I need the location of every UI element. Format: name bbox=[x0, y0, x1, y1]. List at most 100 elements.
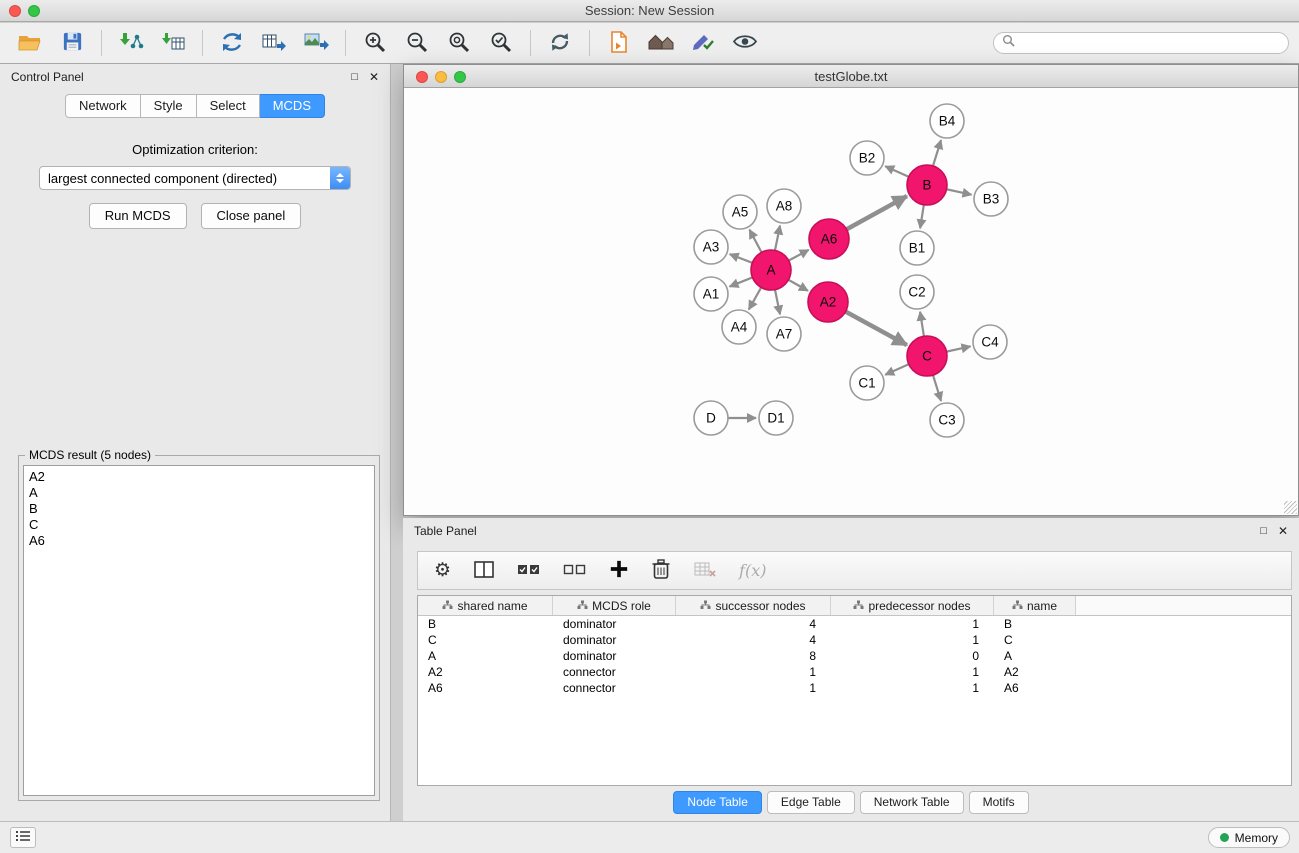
save-session-button[interactable] bbox=[52, 26, 92, 60]
criterion-dropdown[interactable]: largest connected component (directed) bbox=[39, 166, 351, 190]
memory-button[interactable]: Memory bbox=[1208, 827, 1290, 848]
node-A6[interactable]: A6 bbox=[809, 219, 849, 259]
import-table-button[interactable] bbox=[153, 26, 193, 60]
node-D1[interactable]: D1 bbox=[759, 401, 793, 435]
tab-select[interactable]: Select bbox=[197, 94, 260, 118]
column-header-MCDS-role[interactable]: MCDS role bbox=[553, 596, 676, 615]
node-A7[interactable]: A7 bbox=[767, 317, 801, 351]
zoom-out-button[interactable] bbox=[397, 26, 437, 60]
import-network-button[interactable] bbox=[111, 26, 151, 60]
delete-table-button[interactable] bbox=[693, 560, 717, 582]
table-cell: dominator bbox=[553, 632, 676, 648]
export-table-button[interactable] bbox=[254, 26, 294, 60]
zoom-network-window-button[interactable] bbox=[454, 71, 466, 83]
node-A2[interactable]: A2 bbox=[808, 282, 848, 322]
node-C4[interactable]: C4 bbox=[973, 325, 1007, 359]
svg-text:C2: C2 bbox=[908, 285, 925, 300]
result-list-item[interactable]: A bbox=[29, 485, 369, 501]
zoom-fit-icon bbox=[447, 30, 471, 57]
column-header-shared-name[interactable]: shared name bbox=[418, 596, 553, 615]
close-panel-icon[interactable]: ✕ bbox=[369, 70, 379, 84]
table-options-button[interactable]: ⚙ bbox=[434, 561, 451, 580]
deselect-all-button[interactable] bbox=[563, 561, 587, 581]
tab-style[interactable]: Style bbox=[141, 94, 197, 118]
new-network-from-selection-button[interactable] bbox=[599, 26, 639, 60]
result-list-item[interactable]: A6 bbox=[29, 533, 369, 549]
refresh-button[interactable] bbox=[540, 26, 580, 60]
node-A3[interactable]: A3 bbox=[694, 230, 728, 264]
import-network-icon bbox=[118, 30, 144, 56]
function-builder-button[interactable]: f(x) bbox=[739, 561, 766, 580]
node-C3[interactable]: C3 bbox=[930, 403, 964, 437]
add-column-button[interactable] bbox=[609, 559, 629, 582]
node-B3[interactable]: B3 bbox=[974, 182, 1008, 216]
result-list-item[interactable]: C bbox=[29, 517, 369, 533]
show-hide-button[interactable] bbox=[725, 26, 765, 60]
network-canvas[interactable]: B4 B2 B B3 A5 A8A6 A3 B1 A C2 A1 A2 A4 A7 C4 C C1 C3 D D1 bbox=[404, 89, 1298, 515]
task-history-button[interactable] bbox=[10, 827, 36, 848]
close-table-panel-icon[interactable]: ✕ bbox=[1278, 524, 1288, 538]
export-image-button[interactable] bbox=[296, 26, 336, 60]
node-C2[interactable]: C2 bbox=[900, 275, 934, 309]
result-list-item[interactable]: B bbox=[29, 501, 369, 517]
zoom-window-button[interactable] bbox=[28, 5, 40, 17]
minimize-network-window-button[interactable] bbox=[435, 71, 447, 83]
table-row[interactable]: Adominator80A bbox=[418, 648, 1291, 664]
zoom-fit-button[interactable] bbox=[439, 26, 479, 60]
tab-motifs[interactable]: Motifs bbox=[969, 791, 1029, 814]
network-window-titlebar[interactable]: testGlobe.txt bbox=[404, 65, 1298, 88]
table-cell: dominator bbox=[553, 616, 676, 632]
zoom-selected-button[interactable] bbox=[481, 26, 521, 60]
node-A8[interactable]: A8 bbox=[767, 189, 801, 223]
node-C[interactable]: C bbox=[907, 336, 947, 376]
search-field[interactable] bbox=[993, 32, 1289, 54]
zoom-in-button[interactable] bbox=[355, 26, 395, 60]
table-row[interactable]: A2connector11A2 bbox=[418, 664, 1291, 680]
mcds-result-list[interactable]: A2ABCA6 bbox=[23, 465, 375, 796]
close-network-window-button[interactable] bbox=[416, 71, 428, 83]
tab-edge-table[interactable]: Edge Table bbox=[767, 791, 855, 814]
tab-network[interactable]: Network bbox=[65, 94, 141, 118]
apply-style-button[interactable] bbox=[683, 26, 723, 60]
resize-grip[interactable] bbox=[1284, 501, 1297, 514]
float-table-panel-icon[interactable]: □ bbox=[1260, 525, 1267, 537]
search-input[interactable] bbox=[1020, 36, 1280, 50]
run-mcds-button[interactable]: Run MCDS bbox=[89, 203, 187, 229]
select-all-button[interactable] bbox=[517, 561, 541, 581]
node-B[interactable]: B bbox=[907, 165, 947, 205]
delete-column-button[interactable] bbox=[651, 558, 671, 583]
node-A[interactable]: A bbox=[751, 250, 791, 290]
node-C1[interactable]: C1 bbox=[850, 366, 884, 400]
table-cell: 1 bbox=[831, 680, 994, 696]
svg-text:B: B bbox=[922, 178, 931, 193]
table-row[interactable]: A6connector11A6 bbox=[418, 680, 1291, 696]
close-window-button[interactable] bbox=[9, 5, 21, 17]
result-list-item[interactable]: A2 bbox=[29, 469, 369, 485]
tab-mcds[interactable]: MCDS bbox=[260, 94, 325, 118]
node-B4[interactable]: B4 bbox=[930, 104, 964, 138]
table-row[interactable]: Bdominator41B bbox=[418, 616, 1291, 632]
toolbar-divider bbox=[345, 30, 346, 56]
tab-network-table[interactable]: Network Table bbox=[860, 791, 964, 814]
show-columns-button[interactable] bbox=[473, 560, 495, 582]
column-header-name[interactable]: name bbox=[994, 596, 1076, 615]
node-A4[interactable]: A4 bbox=[722, 310, 756, 344]
tab-node-table[interactable]: Node Table bbox=[673, 791, 762, 814]
node-A1[interactable]: A1 bbox=[694, 277, 728, 311]
float-panel-icon[interactable]: □ bbox=[351, 71, 358, 83]
column-header-predecessor-nodes[interactable]: predecessor nodes bbox=[831, 596, 994, 615]
svg-text:A5: A5 bbox=[732, 205, 749, 220]
table-cell: dominator bbox=[553, 648, 676, 664]
node-B1[interactable]: B1 bbox=[900, 231, 934, 265]
table-row[interactable]: Cdominator41C bbox=[418, 632, 1291, 648]
column-header-successor-nodes[interactable]: successor nodes bbox=[676, 596, 831, 615]
svg-text:B1: B1 bbox=[909, 241, 926, 256]
node-D[interactable]: D bbox=[694, 401, 728, 435]
open-session-button[interactable] bbox=[10, 26, 50, 60]
home-button[interactable] bbox=[641, 26, 681, 60]
node-A5[interactable]: A5 bbox=[723, 195, 757, 229]
node-table[interactable]: shared nameMCDS rolesuccessor nodesprede… bbox=[417, 595, 1292, 786]
export-network-button[interactable] bbox=[212, 26, 252, 60]
close-panel-button[interactable]: Close panel bbox=[201, 203, 302, 229]
node-B2[interactable]: B2 bbox=[850, 141, 884, 175]
